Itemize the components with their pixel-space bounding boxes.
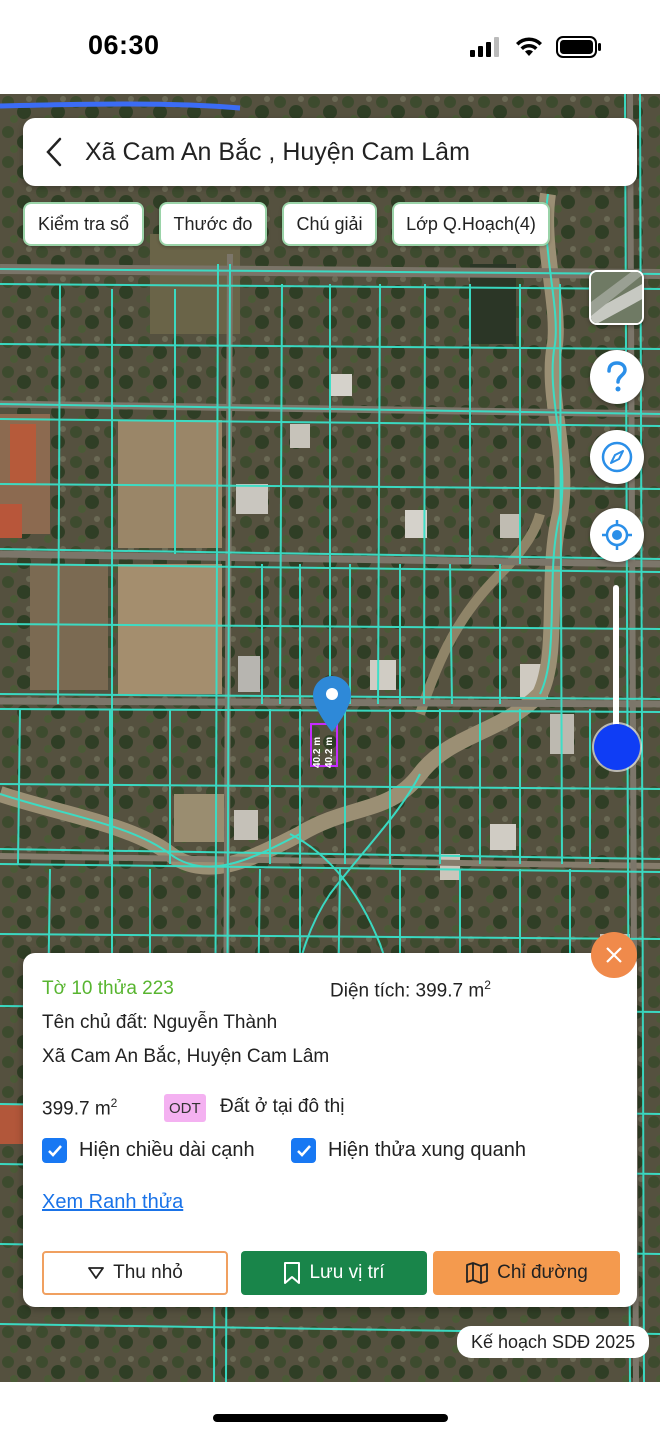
map-icon — [466, 1262, 489, 1284]
layer-thumbnail-icon — [591, 272, 642, 323]
check-icon — [296, 1144, 311, 1157]
show-neighbors-toggle[interactable]: Hiện thửa xung quanh — [291, 1138, 526, 1163]
bookmark-icon — [284, 1262, 301, 1284]
chip-legend[interactable]: Chú giải — [282, 202, 377, 246]
area-value: 399.7 m2 — [42, 1096, 118, 1120]
help-icon — [607, 361, 627, 392]
view-boundary-link[interactable]: Xem Ranh thửa — [42, 1191, 183, 1214]
edge-length-label-right: 40.2 m — [324, 736, 335, 768]
directions-button[interactable]: Chỉ đường — [433, 1251, 620, 1295]
signal-icon — [470, 37, 499, 57]
status-bar: 06:30 — [0, 0, 660, 94]
compass-button[interactable] — [590, 430, 644, 484]
plan-year-badge[interactable]: Kế hoạch SDĐ 2025 — [457, 1326, 650, 1358]
chip-measure[interactable]: Thước đo — [159, 202, 267, 246]
collapse-button-label: Thu nhỏ — [113, 1262, 183, 1283]
area-label: Diện tích: 399.7 m2 — [330, 978, 491, 1002]
header-bar: Xã Cam An Bắc , Huyện Cam Lâm — [23, 118, 637, 186]
save-location-label: Lưu vị trí — [309, 1262, 385, 1283]
collapse-button[interactable]: Thu nhỏ — [42, 1251, 228, 1295]
chip-planning-layers[interactable]: Lớp Q.Hoạch(4) — [392, 202, 550, 246]
wifi-icon — [516, 37, 542, 56]
chevron-down-icon — [88, 1267, 105, 1279]
owner-name: Tên chủ đất: Nguyễn Thành — [42, 1012, 278, 1033]
back-chevron-icon — [46, 137, 62, 167]
check-icon — [47, 1144, 62, 1157]
chip-check-certificate[interactable]: Kiểm tra sổ — [23, 202, 144, 246]
show-edge-length-label: Hiện chiều dài cạnh — [79, 1139, 255, 1161]
locate-icon — [602, 520, 632, 550]
show-edge-length-checkbox[interactable] — [42, 1138, 67, 1163]
bottom-safe-area — [0, 1382, 660, 1434]
battery-icon — [556, 36, 601, 58]
header-title: Xã Cam An Bắc , Huyện Cam Lâm — [85, 137, 470, 166]
locate-button[interactable] — [590, 508, 644, 562]
land-use-description: Đất ở tại đô thị — [220, 1096, 345, 1117]
zoom-slider-track[interactable] — [613, 585, 619, 745]
home-indicator[interactable] — [213, 1414, 448, 1422]
zoom-slider-knob[interactable] — [594, 724, 640, 770]
close-icon — [606, 947, 622, 963]
show-neighbors-checkbox[interactable] — [291, 1138, 316, 1163]
status-icons — [470, 36, 602, 58]
land-use-code-badge: ODT — [164, 1094, 206, 1122]
help-button[interactable] — [590, 350, 644, 404]
map-layer-toggle[interactable] — [589, 270, 644, 325]
parcel-title: Tờ 10 thửa 223 — [42, 978, 174, 999]
parcel-address: Xã Cam An Bắc, Huyện Cam Lâm — [42, 1046, 330, 1067]
show-neighbors-label: Hiện thửa xung quanh — [328, 1139, 526, 1161]
status-time: 06:30 — [88, 30, 160, 60]
directions-label: Chỉ đường — [497, 1262, 588, 1283]
compass-icon — [601, 441, 633, 473]
show-edge-length-toggle[interactable]: Hiện chiều dài cạnh — [42, 1138, 255, 1163]
location-pin-icon[interactable] — [313, 676, 351, 732]
save-location-button[interactable]: Lưu vị trí — [241, 1251, 427, 1295]
back-button[interactable] — [23, 118, 85, 186]
edge-length-label-left: 40.2 m — [312, 736, 323, 768]
close-panel-button[interactable] — [591, 932, 637, 978]
parcel-info-panel: Tờ 10 thửa 223 Diện tích: 399.7 m2 Tên c… — [23, 953, 637, 1307]
